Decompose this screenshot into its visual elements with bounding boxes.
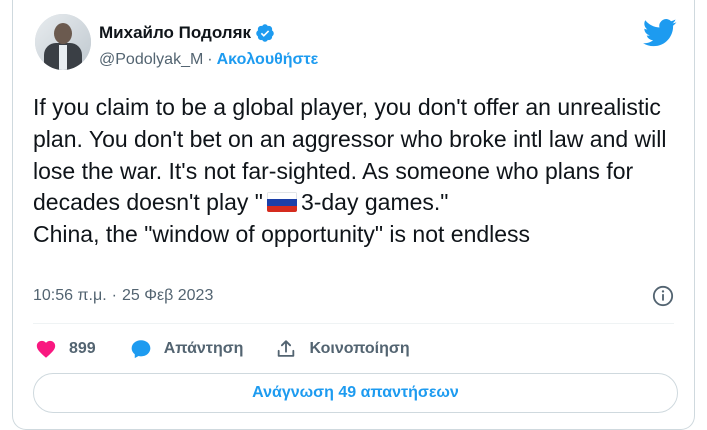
tweet-date[interactable]: 25 Φεβ 2023: [122, 287, 213, 305]
avatar[interactable]: [35, 14, 91, 70]
timestamp-row: 10:56 π.μ. · 25 Φεβ 2023: [33, 287, 213, 305]
like-button[interactable]: 899: [35, 338, 96, 360]
tweet-card: Михайло Подоляк @Podolyak_M · Ακολουθήστ…: [12, 0, 695, 430]
heart-icon: [36, 340, 56, 358]
verified-badge-icon: [256, 24, 274, 42]
share-label: Κοινοποίηση: [309, 340, 410, 357]
twitter-bird-icon[interactable]: [643, 18, 677, 48]
author-name[interactable]: Михайло Подоляк: [99, 23, 251, 43]
read-replies-button[interactable]: Ανάγνωση 49 απαντήσεων: [33, 373, 678, 413]
divider: [33, 323, 674, 324]
reply-button[interactable]: Απάντηση: [130, 338, 244, 360]
author-handle-row: @Podolyak_M · Ακολουθήστε: [99, 50, 318, 70]
follow-button[interactable]: Ακολουθήστε: [217, 51, 319, 69]
handle-separator: ·: [207, 51, 213, 68]
author-name-row: Михайло Подоляк: [99, 22, 275, 44]
timestamp-separator: ·: [111, 287, 117, 304]
action-bar: 899 Απάντηση Κοινοποίηση: [35, 336, 410, 362]
speech-bubble-icon: [131, 340, 151, 359]
like-count: 899: [69, 340, 96, 357]
russia-flag-icon: [266, 192, 297, 213]
tweet-text: If you claim to be a global player, you …: [33, 92, 683, 251]
share-button[interactable]: Κοινοποίηση: [275, 338, 410, 360]
reply-label: Απάντηση: [163, 340, 244, 357]
share-upload-icon: [278, 340, 295, 357]
tweet-time[interactable]: 10:56 π.μ.: [33, 287, 107, 305]
author-handle[interactable]: @Podolyak_M: [99, 51, 203, 69]
info-icon[interactable]: [652, 285, 674, 307]
